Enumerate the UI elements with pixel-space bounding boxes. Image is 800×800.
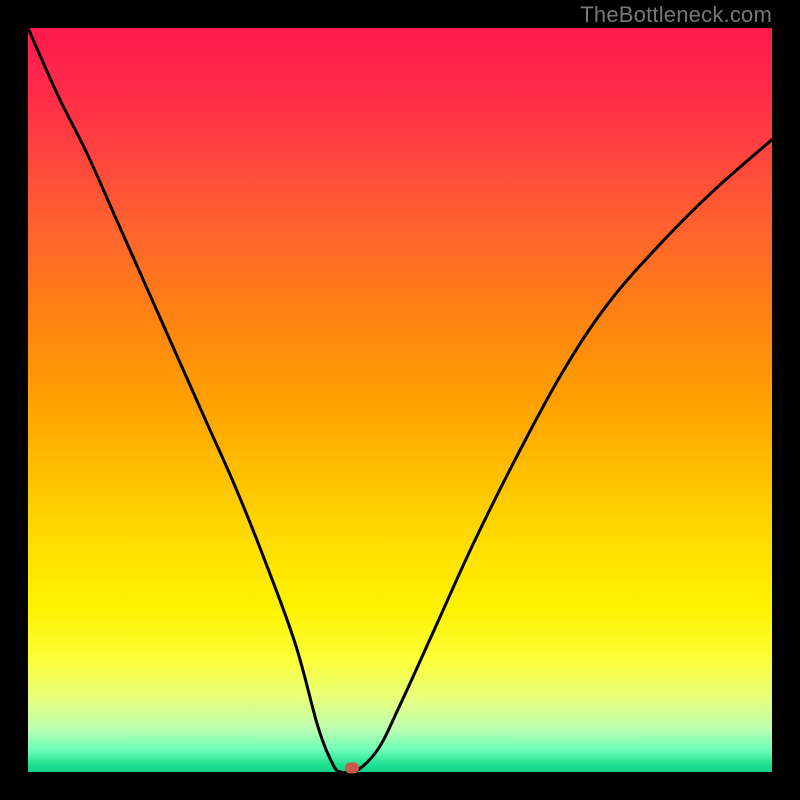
minimum-marker (345, 763, 359, 774)
watermark-text: TheBottleneck.com (580, 2, 772, 28)
bottleneck-curve (28, 28, 772, 772)
plot-area (28, 28, 772, 772)
outer-frame: TheBottleneck.com (0, 0, 800, 800)
